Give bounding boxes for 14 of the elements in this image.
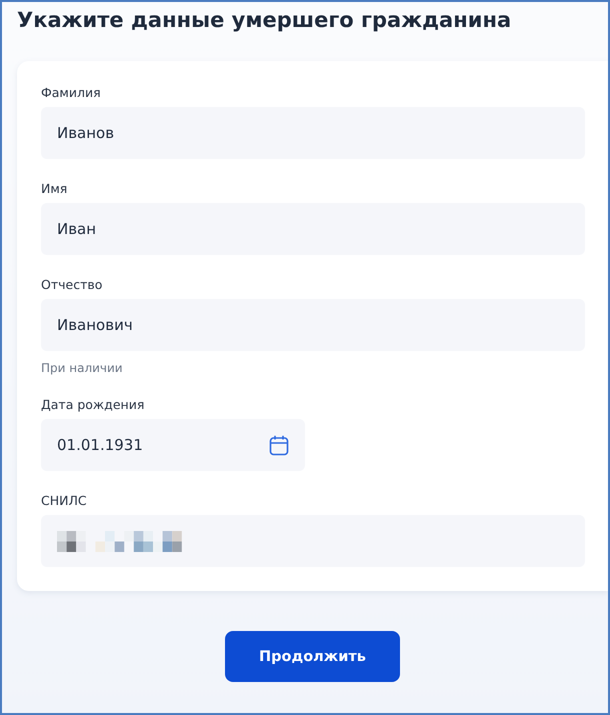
input-field[interactable]: Иванович: [41, 299, 585, 351]
field-label: Фамилия: [41, 85, 102, 101]
continue-button[interactable]: Продолжить: [225, 631, 400, 682]
field-label: СНИЛС: [41, 493, 88, 509]
page-title: Укажите данные умершего гражданина: [17, 7, 512, 34]
field-label: Дата рождения: [41, 397, 146, 413]
calendar-icon[interactable]: [269, 434, 289, 456]
field-label: Имя: [41, 181, 68, 197]
date-field[interactable]: 01.01.1931: [41, 419, 305, 471]
input-field[interactable]: Иванов: [41, 107, 585, 159]
input-field[interactable]: [41, 515, 585, 567]
field-label: Отчество: [41, 277, 104, 293]
field-hint: При наличии: [41, 361, 124, 375]
input-field[interactable]: Иван: [41, 203, 585, 255]
